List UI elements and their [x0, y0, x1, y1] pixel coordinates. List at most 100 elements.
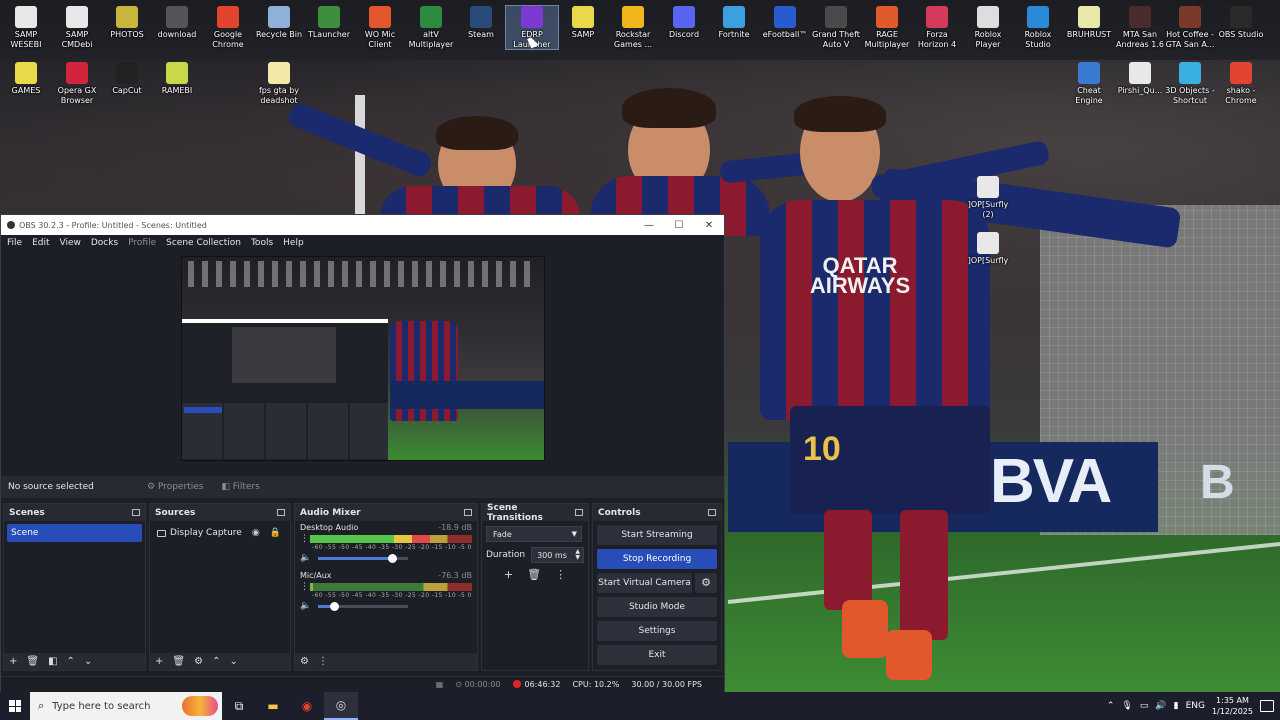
- notifications-icon[interactable]: [1260, 700, 1274, 712]
- volume-slider[interactable]: [318, 601, 408, 611]
- desktop-icon-games[interactable]: GAMES: [0, 62, 52, 96]
- menu-edit[interactable]: Edit: [32, 238, 49, 248]
- volume-slider-knob[interactable]: [330, 601, 340, 611]
- duration-spinbox[interactable]: 300 ms ▲ ▼: [531, 547, 584, 563]
- move-up-icon[interactable]: ⌃: [212, 656, 220, 667]
- move-up-icon[interactable]: ⌃: [67, 656, 75, 667]
- move-down-icon[interactable]: ⌄: [229, 656, 237, 667]
- volume-slider[interactable]: [318, 553, 408, 563]
- volume-slider-knob[interactable]: [387, 553, 397, 563]
- obs-taskbar-icon[interactable]: ◎: [324, 692, 358, 720]
- transition-select[interactable]: Fade ▼: [486, 526, 582, 542]
- speaker-icon[interactable]: 🔈: [300, 601, 312, 611]
- advanced-audio-gear-icon[interactable]: ⚙: [300, 656, 309, 667]
- obs-titlebar[interactable]: OBS 30.2.3 - Profile: Untitled - Scenes:…: [1, 215, 724, 235]
- add-scene-icon[interactable]: +: [9, 656, 17, 667]
- language-indicator[interactable]: ENG: [1186, 701, 1205, 711]
- desktop-icon-opera-gx-browser[interactable]: Opera GX Browser: [51, 62, 103, 105]
- desktop-icon-wo-mic-client[interactable]: WO Mic Client: [354, 6, 406, 49]
- undock-icon[interactable]: [575, 509, 583, 516]
- add-transition-icon[interactable]: +: [504, 568, 513, 581]
- desktop-icon-capcut[interactable]: CapCut: [101, 62, 153, 96]
- remove-transition-icon[interactable]: 🗑: [527, 568, 541, 581]
- program-preview[interactable]: [181, 256, 545, 461]
- start-streaming-button[interactable]: Start Streaming: [597, 525, 717, 545]
- menu-view[interactable]: View: [60, 238, 81, 248]
- mixer-menu-icon[interactable]: ⋮: [318, 656, 328, 667]
- desktop-icon-rockstar-games[interactable]: Rockstar Games ...: [607, 6, 659, 49]
- channel-menu-icon[interactable]: ⋮: [300, 582, 310, 592]
- desktop-icon-roblox-studio[interactable]: Roblox Studio: [1012, 6, 1064, 49]
- remove-scene-icon[interactable]: 🗑: [26, 656, 39, 667]
- desktop-icon-photos[interactable]: PHOTOS: [101, 6, 153, 40]
- scene-filters-icon[interactable]: ◧: [48, 656, 57, 667]
- menu-scene-collection[interactable]: Scene Collection: [166, 238, 241, 248]
- spin-arrows-icon[interactable]: ▲ ▼: [575, 549, 580, 561]
- network-icon[interactable]: ▭: [1140, 701, 1149, 711]
- desktop-icon-download[interactable]: download: [151, 6, 203, 40]
- undock-icon[interactable]: [464, 509, 472, 516]
- visibility-eye-icon[interactable]: ◉: [252, 528, 260, 538]
- undock-icon[interactable]: [277, 509, 285, 516]
- desktop-icon-obs-studio[interactable]: OBS Studio: [1215, 6, 1267, 40]
- desktop-icon-altv-multiplayer[interactable]: altV Multiplayer: [405, 6, 457, 49]
- chrome-icon[interactable]: ◉: [290, 692, 324, 720]
- taskbar-search[interactable]: ⌕ Type here to search: [30, 692, 222, 720]
- stop-recording-button[interactable]: Stop Recording: [597, 549, 717, 569]
- clock[interactable]: 1:35 AM 1/12/2025: [1212, 695, 1253, 717]
- desktop-icon-op-surfly[interactable]: ]OP[Surfly: [962, 232, 1014, 266]
- exit-button[interactable]: Exit: [597, 645, 717, 665]
- desktop-icon-grand-theft-auto-v[interactable]: Grand Theft Auto V: [810, 6, 862, 49]
- undock-icon[interactable]: [132, 509, 140, 516]
- desktop-icon-fps-gta-by-deadshot[interactable]: fps gta by deadshot: [253, 62, 305, 105]
- source-properties-icon[interactable]: ⚙: [194, 656, 203, 667]
- channel-menu-icon[interactable]: ⋮: [300, 534, 310, 544]
- desktop-icon-samp-cmdebi[interactable]: SAMP CMDebi: [51, 6, 103, 49]
- remove-source-icon[interactable]: 🗑: [172, 656, 185, 667]
- undock-icon[interactable]: [708, 509, 716, 516]
- menu-help[interactable]: Help: [283, 238, 304, 248]
- battery-icon[interactable]: ▮: [1174, 701, 1179, 711]
- minimize-button[interactable]: —: [634, 220, 664, 231]
- desktop-icon-mta-san-andreas-1-6[interactable]: MTA San Andreas 1.6: [1114, 6, 1166, 49]
- desktop-icon-ramebi[interactable]: RAMEBI: [151, 62, 203, 96]
- volume-icon[interactable]: 🔊: [1155, 701, 1166, 711]
- desktop-icon-roblox-player[interactable]: Roblox Player: [962, 6, 1014, 49]
- desktop-icon-tlauncher[interactable]: TLauncher: [303, 6, 355, 40]
- transition-menu-icon[interactable]: ⋮: [555, 568, 566, 581]
- virtual-camera-gear-icon[interactable]: ⚙: [695, 573, 717, 593]
- desktop-icon-shako-chrome[interactable]: shako - Chrome: [1215, 62, 1267, 105]
- filters-button[interactable]: ◧ Filters: [221, 482, 259, 492]
- lock-icon[interactable]: 🔒: [270, 528, 281, 538]
- desktop-icon-forza-horizon-4[interactable]: Forza Horizon 4: [911, 6, 963, 49]
- start-virtual-camera-button[interactable]: Start Virtual Camera: [597, 573, 692, 593]
- studio-mode-button[interactable]: Studio Mode: [597, 597, 717, 617]
- close-button[interactable]: ✕: [694, 220, 724, 231]
- desktop-icon-steam[interactable]: Steam: [455, 6, 507, 40]
- desktop-icon-3d-objects-shortcut[interactable]: 3D Objects - Shortcut: [1164, 62, 1216, 105]
- desktop-icon-bruhrust[interactable]: BRUHRUST: [1063, 6, 1115, 40]
- menu-profile[interactable]: Profile: [128, 238, 156, 248]
- task-view-icon[interactable]: ⧉: [222, 692, 256, 720]
- desktop-icon-efootball[interactable]: eFootball™: [759, 6, 811, 40]
- menu-tools[interactable]: Tools: [251, 238, 273, 248]
- microphone-icon[interactable]: 🎙: [1121, 701, 1132, 711]
- desktop-icon-hot-coffee-gta-san-a[interactable]: Hot Coffee - GTA San A...: [1164, 6, 1216, 49]
- desktop-icon-samp[interactable]: SAMP: [557, 6, 609, 40]
- desktop-icon-discord[interactable]: Discord: [658, 6, 710, 40]
- scene-item[interactable]: Scene: [7, 524, 142, 542]
- menu-file[interactable]: File: [7, 238, 22, 248]
- desktop-icon-recycle-bin[interactable]: Recycle Bin: [253, 6, 305, 40]
- desktop-icon-pirshi-qu[interactable]: Pirshi_Qu...: [1114, 62, 1166, 96]
- speaker-icon[interactable]: 🔈: [300, 553, 312, 563]
- source-item[interactable]: Display Capture ◉ 🔒: [153, 524, 287, 542]
- menu-docks[interactable]: Docks: [91, 238, 118, 248]
- show-hidden-icons-icon[interactable]: ⌃: [1107, 701, 1115, 711]
- desktop-icon-rage-multiplayer[interactable]: RAGE Multiplayer: [861, 6, 913, 49]
- desktop-icon-fortnite[interactable]: Fortnite: [708, 6, 760, 40]
- obs-window[interactable]: OBS 30.2.3 - Profile: Untitled - Scenes:…: [0, 214, 725, 692]
- desktop-icon-cheat-engine[interactable]: Cheat Engine: [1063, 62, 1115, 105]
- move-down-icon[interactable]: ⌄: [84, 656, 92, 667]
- maximize-button[interactable]: ☐: [664, 220, 694, 231]
- file-explorer-icon[interactable]: ▬: [256, 692, 290, 720]
